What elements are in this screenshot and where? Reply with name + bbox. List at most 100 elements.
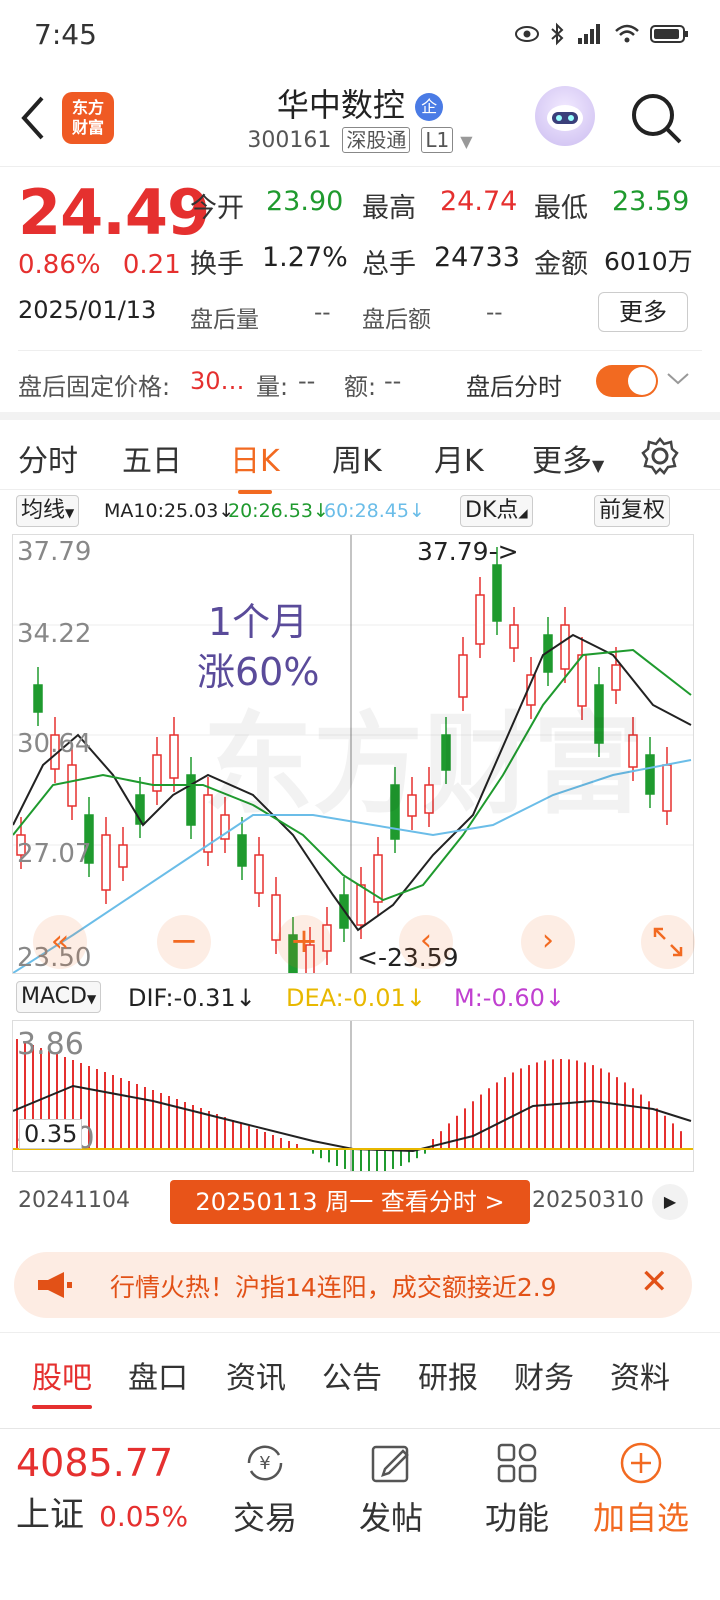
dk-point-selector[interactable]: DK点◢	[460, 495, 533, 527]
add-watchlist-label: 加自选	[592, 1499, 689, 1537]
more-button[interactable]: 更多	[598, 292, 688, 332]
candle-body	[560, 624, 570, 670]
functions-button[interactable]: 功能	[462, 1439, 572, 1539]
stock-title: 华中数控 企	[0, 80, 720, 126]
tab-more[interactable]: 更多▼	[532, 436, 604, 480]
macd-crosshair-value: 0.35	[19, 1119, 83, 1149]
amount-value: 6010万	[604, 247, 693, 276]
search-icon[interactable]	[630, 92, 684, 146]
tab-profile[interactable]: 资料	[610, 1353, 670, 1397]
scroll-left-button[interactable]: ‹	[399, 915, 453, 969]
y-tick-1: 37.79	[17, 537, 92, 567]
date-axis-row: 20241104 20250310 20250113 周一 查看分时 > ▶	[0, 1178, 720, 1228]
market-banner[interactable]: 行情火热！沪指14连阳，成交额接近2.9 ✕	[14, 1252, 692, 1318]
robot-assistant-avatar[interactable]	[535, 86, 595, 146]
caret-down-icon: ▼	[460, 132, 473, 151]
functions-label: 功能	[484, 1499, 549, 1537]
market-tag: 深股通	[342, 127, 411, 153]
index-quote[interactable]: 4085.77 上证 0.05%	[16, 1441, 188, 1536]
candle-body	[356, 884, 366, 926]
tab-five-day[interactable]: 五日	[122, 436, 182, 480]
view-intraday-pill[interactable]: 20250113 周一 查看分时 >	[170, 1180, 530, 1224]
tab-research[interactable]: 研报	[418, 1353, 478, 1397]
candle-body	[67, 764, 77, 807]
tab-forum[interactable]: 股吧	[32, 1353, 92, 1409]
ah-vol-label: 量:	[256, 373, 289, 401]
candle-body	[254, 854, 264, 894]
tab-announcements[interactable]: 公告	[322, 1353, 382, 1397]
stock-code-row[interactable]: 300161 深股通 L1 ▼	[0, 124, 720, 153]
post-button[interactable]: 发帖	[336, 1439, 446, 1539]
low-value: 23.59	[612, 186, 690, 217]
caret-down-icon: ▼	[592, 456, 605, 475]
expand-icon	[653, 927, 683, 957]
fullscreen-button[interactable]	[641, 915, 695, 969]
turnover-value: 1.27%	[262, 242, 348, 273]
candle-body	[237, 834, 247, 867]
ah-amount-value: --	[486, 300, 503, 326]
after-hours-toggle[interactable]	[596, 365, 658, 397]
candle-body	[492, 564, 502, 622]
megaphone-icon	[38, 1272, 72, 1298]
ma10-value: MA10:25.03↓	[104, 500, 235, 522]
macd-y-top: 3.86	[17, 1027, 84, 1062]
volume-value: 24733	[434, 242, 520, 273]
enterprise-badge: 企	[415, 93, 444, 121]
caret-down-icon: ▼	[65, 506, 75, 520]
ah-price-value: 30…	[190, 367, 245, 395]
kline-chart[interactable]: 37.79 34.22 30.64 27.07 23.50 东方财富 37.79…	[12, 534, 695, 974]
y-tick-3: 30.64	[17, 729, 92, 759]
ma-legend-row: 均线▼ MA10:25.03↓ 20:26.53↓ 60:28.45↓ DK点◢…	[0, 494, 720, 530]
gear-icon[interactable]	[640, 436, 680, 476]
close-icon[interactable]: ✕	[640, 1262, 669, 1302]
content-tabs: 股吧 盘口 资讯 公告 研报 财务 资料	[0, 1332, 720, 1410]
candle-body	[645, 754, 655, 795]
ah-vol-value: --	[298, 367, 316, 395]
dif-value: DIF:-0.31↓	[128, 984, 256, 1012]
zoom-in-button[interactable]: +	[277, 915, 331, 969]
tab-order-book[interactable]: 盘口	[128, 1353, 188, 1397]
tab-monthly-k[interactable]: 月K	[434, 436, 484, 480]
tab-daily-k[interactable]: 日K	[230, 436, 280, 494]
tab-news[interactable]: 资讯	[226, 1353, 286, 1397]
scroll-left-fast-button[interactable]: «	[33, 915, 87, 969]
indicator-selector[interactable]: 均线▼	[16, 495, 80, 527]
candle-body	[169, 734, 179, 779]
ma20-value: 20:26.53↓	[228, 500, 329, 522]
amount-label: 金额	[534, 249, 588, 280]
tab-financials[interactable]: 财务	[514, 1353, 574, 1397]
macd-selector[interactable]: MACD▼	[16, 981, 102, 1013]
battery-icon	[650, 25, 688, 43]
play-icon[interactable]: ▶	[652, 1184, 688, 1220]
dea-value: DEA:-0.01↓	[286, 984, 426, 1012]
zoom-out-button[interactable]: −	[157, 915, 211, 969]
scroll-right-button[interactable]: ›	[521, 915, 575, 969]
edit-icon	[371, 1445, 409, 1483]
ah-toggle-label: 盘后分时	[466, 373, 562, 401]
candle-body	[475, 594, 485, 645]
dk-label: DK点	[465, 498, 519, 523]
stock-name: 华中数控	[276, 86, 405, 124]
start-date: 20241104	[18, 1188, 130, 1213]
status-bar: 7:45	[0, 0, 720, 70]
high-label: 最高	[362, 193, 416, 224]
open-value: 23.90	[266, 186, 344, 217]
ma60-value: 60:28.45↓	[324, 500, 425, 522]
m-value: M:-0.60↓	[454, 984, 565, 1012]
signal-icon	[578, 24, 600, 44]
trade-button[interactable]: ¥ 交易	[210, 1439, 320, 1539]
y-tick-4: 27.07	[17, 839, 92, 869]
candle-body	[662, 764, 672, 812]
status-time: 7:45	[34, 18, 97, 51]
tab-intraday[interactable]: 分时	[18, 436, 78, 480]
high-annotation: 37.79->	[417, 537, 519, 566]
tab-weekly-k[interactable]: 周K	[332, 436, 382, 480]
eye-icon	[515, 26, 539, 42]
macd-legend-row: MACD▼ DIF:-0.31↓ DEA:-0.01↓ M:-0.60↓	[0, 980, 720, 1016]
tab-more-label: 更多	[532, 444, 592, 479]
candle-body	[509, 624, 519, 649]
add-watchlist-button[interactable]: 加自选	[586, 1439, 696, 1539]
macd-chart[interactable]: 3.86 -0.70 0.35	[12, 1020, 694, 1172]
chevron-down-icon[interactable]	[666, 371, 690, 387]
adjust-selector[interactable]: 前复权	[594, 495, 671, 527]
